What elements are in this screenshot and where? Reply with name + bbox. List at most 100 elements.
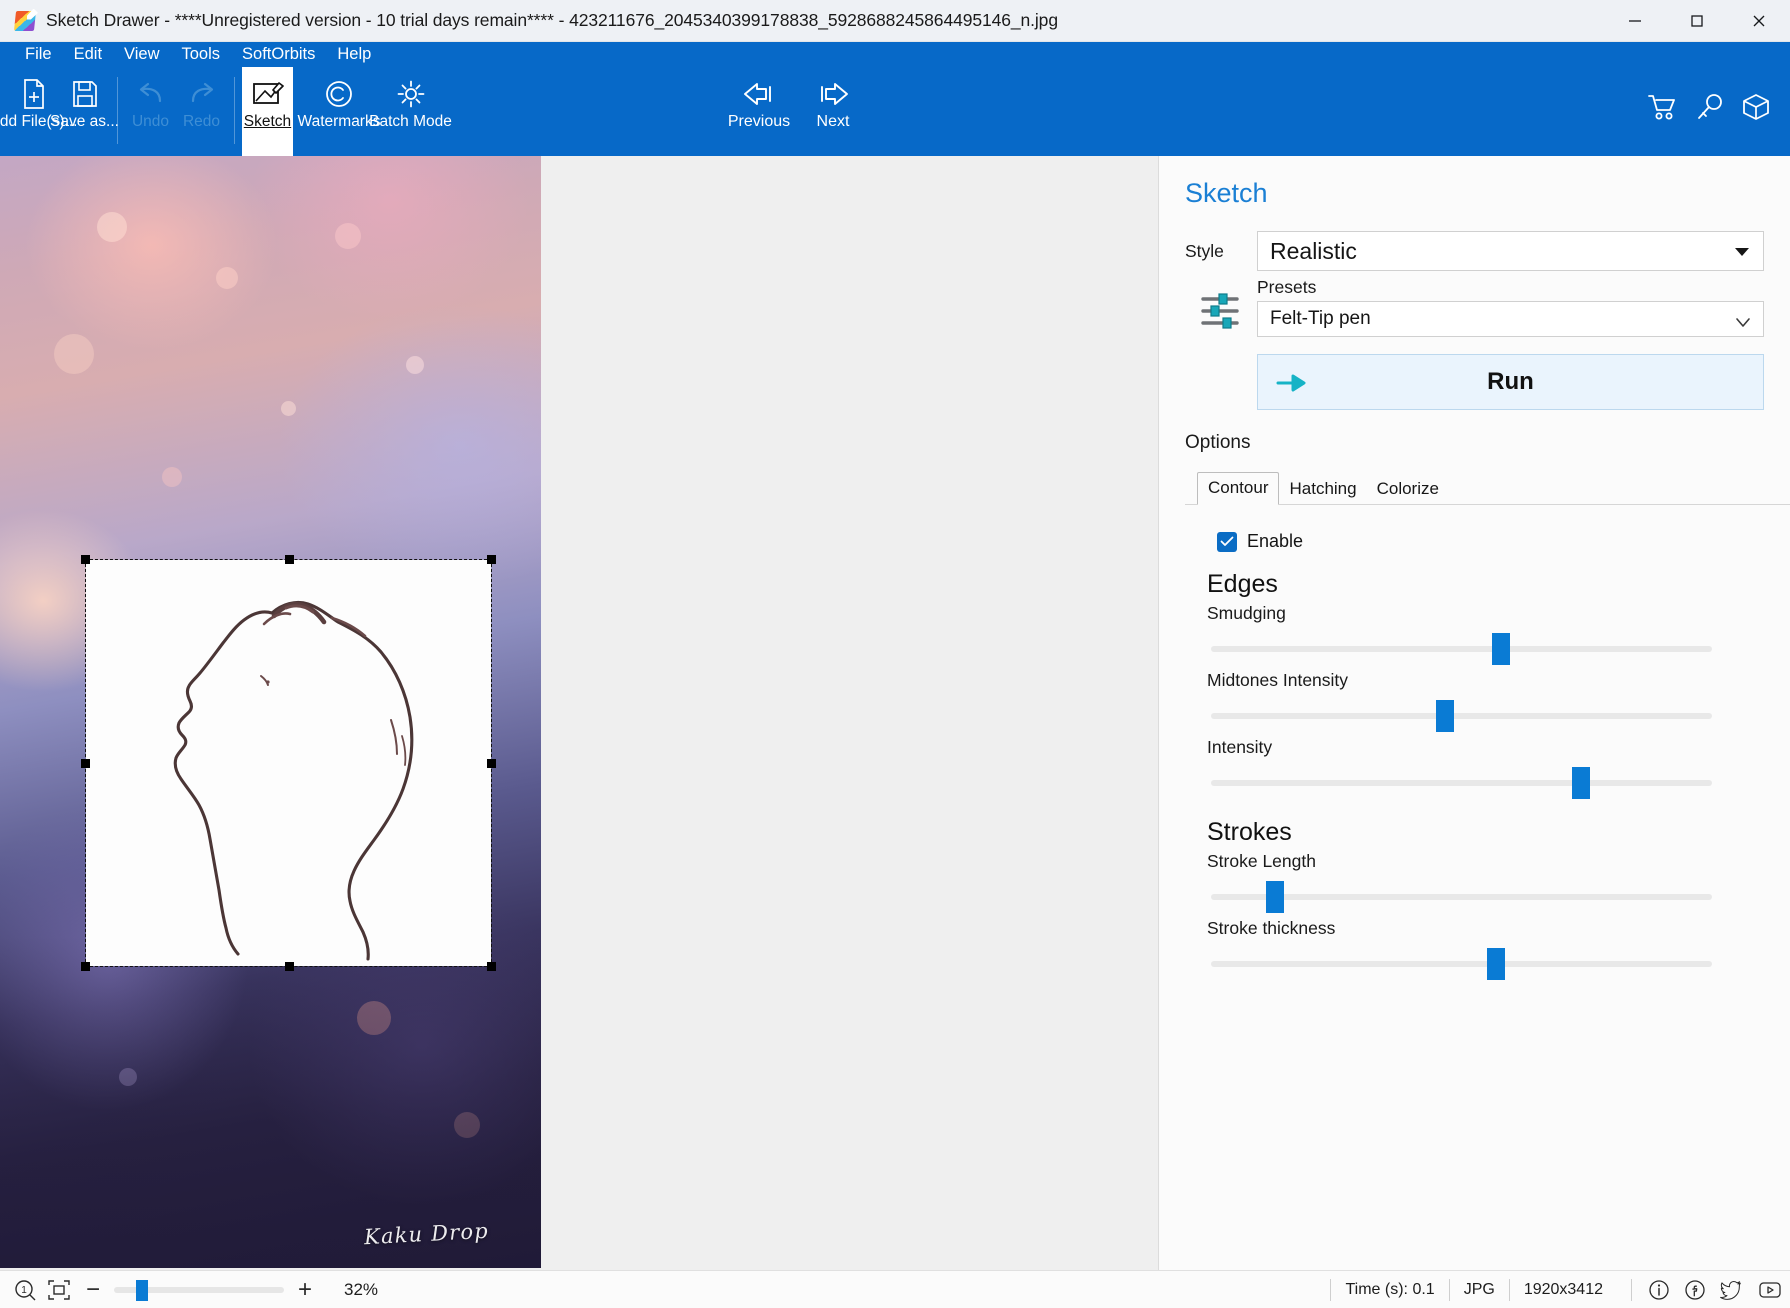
selection-handle-middle-right[interactable] (487, 759, 496, 768)
slider-label-intensity: Intensity (1207, 737, 1273, 757)
panel-title: Sketch (1185, 178, 1268, 208)
redo-label: Redo (182, 113, 221, 130)
sliders-icon (1185, 291, 1257, 337)
social-icons (1631, 1278, 1782, 1301)
watermarks-label: Watermarks (297, 113, 381, 130)
redo-icon (185, 75, 219, 113)
ribbon: File Edit View Tools SoftOrbits Help Add… (0, 42, 1790, 156)
selection-handle-bottom-center[interactable] (284, 962, 294, 971)
navigation-group: Previous Next (722, 67, 870, 156)
slider-smudging[interactable] (1211, 632, 1712, 666)
fit-to-window-icon[interactable] (42, 1279, 76, 1300)
info-icon[interactable] (1648, 1279, 1670, 1301)
slider-thumb[interactable] (1486, 948, 1505, 980)
cart-icon[interactable] (1648, 93, 1678, 121)
facebook-icon[interactable] (1684, 1279, 1706, 1301)
style-label: Style (1185, 240, 1224, 261)
ribbon-right-icons (1648, 93, 1770, 121)
slider-track (1211, 894, 1712, 900)
batch-mode-label: Batch Mode (369, 113, 452, 130)
add-file-icon (21, 75, 47, 113)
menu-help[interactable]: Help (326, 42, 382, 67)
menu-view[interactable]: View (113, 42, 170, 67)
options-label: Options (1185, 432, 1251, 453)
key-icon[interactable] (1696, 93, 1724, 121)
box-icon[interactable] (1742, 93, 1770, 121)
minimize-button[interactable] (1604, 0, 1666, 41)
options-tabs: Contour Hatching Colorize (1185, 472, 1790, 505)
slider-thumb[interactable] (1491, 633, 1510, 665)
youtube-icon[interactable] (1758, 1279, 1782, 1301)
undo-button[interactable]: Undo (125, 67, 176, 156)
presets-dropdown[interactable]: Felt-Tip pen (1257, 301, 1764, 337)
sketch-button[interactable]: Sketch (242, 67, 293, 156)
save-as-button[interactable]: Save as... (50, 67, 119, 156)
image-dimensions: 1920x3412 (1508, 1278, 1617, 1301)
sketch-options-panel: Sketch Style Realistic Presets Felt-Tip … (1158, 156, 1790, 1270)
close-button[interactable] (1728, 0, 1790, 41)
image-canvas[interactable]: Kaku Drop (0, 156, 1158, 1270)
save-icon (72, 75, 98, 113)
window-title: Sketch Drawer - ****Unregistered version… (46, 10, 1058, 30)
style-dropdown[interactable]: Realistic (1257, 231, 1764, 271)
slider-thumb[interactable] (1571, 767, 1590, 799)
undo-label: Undo (131, 113, 170, 130)
zoom-out-button[interactable]: − (76, 1277, 110, 1302)
selection-handle-bottom-left[interactable] (81, 962, 90, 971)
zoom-in-button[interactable]: + (288, 1277, 322, 1302)
maximize-button[interactable] (1666, 0, 1728, 41)
run-button[interactable]: Run (1257, 354, 1764, 410)
enable-checkbox[interactable] (1217, 531, 1237, 552)
chevron-down-icon (1735, 248, 1749, 256)
slider-intensity[interactable] (1211, 766, 1712, 800)
selection-handle-top-center[interactable] (284, 555, 294, 564)
previous-button[interactable]: Previous (722, 67, 796, 156)
style-row: Style Realistic (1185, 231, 1764, 271)
redo-button[interactable]: Redo (176, 67, 227, 156)
toolbar-divider-1 (117, 77, 118, 144)
slider-thumb[interactable] (1436, 700, 1455, 732)
menu-file[interactable]: File (14, 42, 63, 67)
svg-text:1: 1 (21, 1285, 27, 1296)
application-window: Sketch Drawer - ****Unregistered version… (0, 0, 1790, 1308)
zoom-slider-thumb[interactable] (136, 1279, 149, 1301)
gear-icon (396, 75, 426, 113)
slider-label-stroke-thickness: Stroke thickness (1207, 918, 1336, 938)
style-value: Realistic (1270, 237, 1357, 264)
selection-handle-bottom-right[interactable] (487, 962, 496, 971)
next-button[interactable]: Next (796, 67, 870, 156)
tab-contour[interactable]: Contour (1197, 472, 1280, 505)
tab-hatching[interactable]: Hatching (1279, 474, 1366, 505)
slider-midtones-intensity[interactable] (1211, 699, 1712, 733)
twitter-icon[interactable] (1720, 1279, 1744, 1301)
batch-mode-button[interactable]: Batch Mode (369, 67, 452, 156)
selection-handle-top-right[interactable] (487, 555, 496, 564)
file-format: JPG (1448, 1278, 1509, 1301)
menu-edit[interactable]: Edit (63, 42, 113, 67)
status-bar-right: Time (s): 0.1 JPG 1920x3412 (1330, 1278, 1782, 1301)
slider-stroke-thickness[interactable] (1211, 947, 1712, 981)
slider-stroke-length[interactable] (1211, 880, 1712, 914)
add-files-button[interactable]: Add File(s)... (0, 67, 77, 156)
title-bar: Sketch Drawer - ****Unregistered version… (0, 0, 1790, 42)
zoom-slider[interactable] (114, 1279, 284, 1301)
sketch-selection[interactable] (81, 555, 496, 971)
window-controls (1604, 0, 1790, 41)
selection-handle-top-left[interactable] (81, 555, 90, 564)
tab-colorize[interactable]: Colorize (1367, 474, 1449, 505)
enable-row[interactable]: Enable (1217, 531, 1764, 552)
selection-handle-middle-left[interactable] (81, 759, 90, 768)
menu-bar: File Edit View Tools SoftOrbits Help (0, 42, 1790, 67)
undo-icon (134, 75, 168, 113)
menu-tools[interactable]: Tools (171, 42, 232, 67)
chevron-down-icon (1735, 313, 1751, 335)
watermarks-button[interactable]: Watermarks (293, 67, 385, 156)
next-arrow-icon (813, 75, 853, 113)
zoom-actual-size-icon[interactable]: 1 (8, 1279, 42, 1301)
save-as-label: Save as... (50, 113, 119, 130)
slider-thumb[interactable] (1266, 881, 1285, 913)
sketch-drawing (173, 600, 414, 961)
main-area: Kaku Drop Sketch Style Realistic Presets… (0, 156, 1790, 1270)
slider-track (1211, 780, 1712, 786)
menu-softorbits[interactable]: SoftOrbits (231, 42, 326, 67)
